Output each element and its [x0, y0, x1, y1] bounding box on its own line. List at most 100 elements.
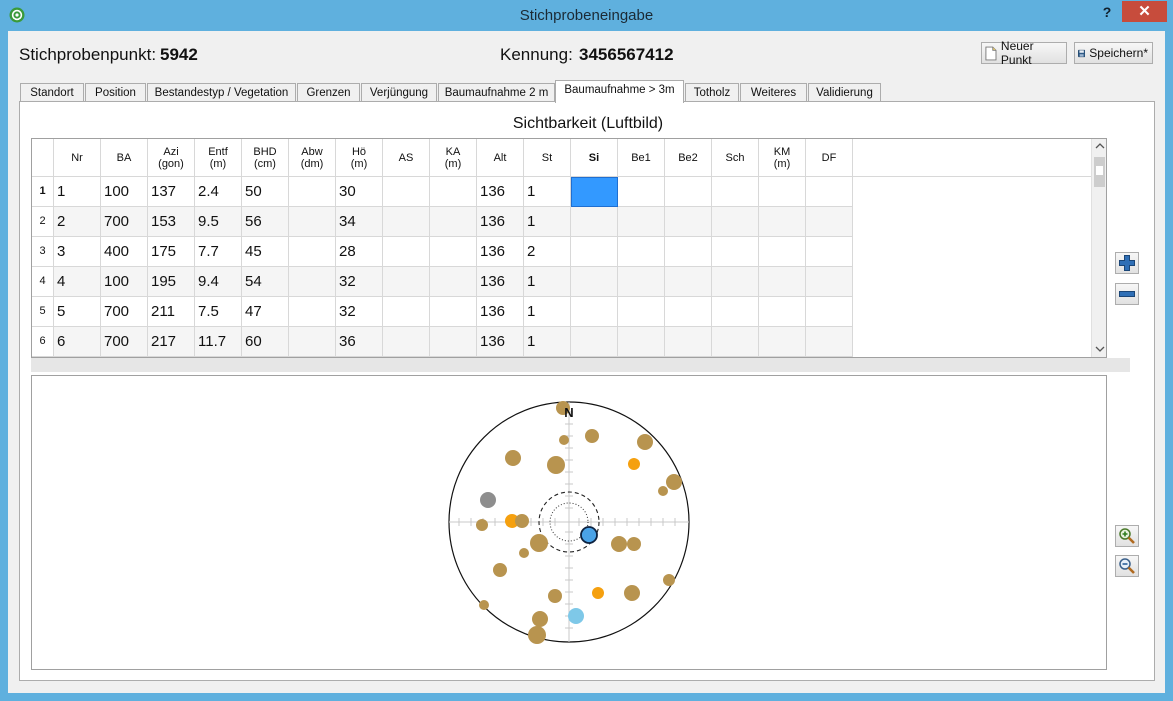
tree-table[interactable]: Nr BA Azi (gon) Entf (m) BHD (cm) Abw (dm) Hö (m) AS… [31, 138, 1107, 358]
table-cell[interactable] [430, 267, 477, 297]
table-cell[interactable]: 136 [477, 177, 524, 207]
column-header-be2[interactable]: Be2 [665, 139, 712, 177]
table-cell[interactable] [289, 297, 336, 327]
table-cell[interactable]: 9.5 [195, 207, 242, 237]
table-cell[interactable]: 30 [336, 177, 383, 207]
tab-standort[interactable]: Standort [20, 83, 84, 102]
save-button[interactable]: Speichern* [1074, 42, 1153, 64]
table-cell[interactable] [806, 297, 853, 327]
row-header[interactable]: 3 [32, 237, 54, 267]
table-cell[interactable] [571, 297, 618, 327]
tab-verjuengung[interactable]: Verjüngung [361, 83, 437, 102]
table-cell[interactable]: 54 [242, 267, 289, 297]
table-cell[interactable]: 137 [148, 177, 195, 207]
table-cell[interactable]: 6 [54, 327, 101, 357]
table-cell[interactable] [383, 207, 430, 237]
table-cell[interactable]: 9.4 [195, 267, 242, 297]
table-cell[interactable] [759, 327, 806, 357]
column-header-azi[interactable]: Azi (gon) [148, 139, 195, 177]
table-cell[interactable] [383, 237, 430, 267]
table-cell[interactable] [618, 297, 665, 327]
column-header-nr[interactable]: Nr [54, 139, 101, 177]
tab-totholz[interactable]: Totholz [685, 83, 739, 102]
table-cell[interactable]: 136 [477, 327, 524, 357]
table-cell[interactable] [759, 207, 806, 237]
table-cell[interactable] [759, 267, 806, 297]
row-header[interactable]: 5 [32, 297, 54, 327]
table-cell[interactable] [571, 267, 618, 297]
table-cell[interactable]: 7.7 [195, 237, 242, 267]
table-cell[interactable] [759, 177, 806, 207]
column-header-st[interactable]: St [524, 139, 571, 177]
table-cell[interactable] [430, 207, 477, 237]
column-header-hx[interactable]: Hö (m) [336, 139, 383, 177]
table-cell[interactable] [383, 177, 430, 207]
table-cell[interactable]: 1 [524, 297, 571, 327]
remove-row-button[interactable] [1115, 283, 1139, 305]
column-header-si[interactable]: Si [571, 139, 618, 177]
vertical-scrollbar[interactable] [1091, 139, 1106, 357]
column-header-sch[interactable]: Sch [712, 139, 759, 177]
tab-validierung[interactable]: Validierung [808, 83, 881, 102]
table-cell[interactable] [571, 207, 618, 237]
table-cell[interactable] [759, 237, 806, 267]
column-header-abw[interactable]: Abw (dm) [289, 139, 336, 177]
table-cell[interactable] [712, 207, 759, 237]
title-bar[interactable]: Stichprobeneingabe ? ✕ [0, 0, 1173, 31]
column-header-ba[interactable]: BA [101, 139, 148, 177]
table-cell[interactable]: 50 [242, 177, 289, 207]
table-cell[interactable]: 136 [477, 267, 524, 297]
table-cell[interactable]: 34 [336, 207, 383, 237]
new-point-button[interactable]: Neuer Punkt [981, 39, 1067, 67]
table-cell[interactable]: 700 [101, 207, 148, 237]
table-cell[interactable]: 175 [148, 237, 195, 267]
table-cell[interactable]: 47 [242, 297, 289, 327]
table-cell[interactable] [665, 207, 712, 237]
table-cell[interactable] [806, 267, 853, 297]
table-cell[interactable] [665, 267, 712, 297]
table-cell[interactable] [430, 327, 477, 357]
table-cell[interactable]: 136 [477, 237, 524, 267]
table-cell[interactable]: 1 [54, 177, 101, 207]
close-button[interactable]: ✕ [1122, 1, 1167, 22]
tree-position-plot[interactable]: N [31, 375, 1107, 670]
table-cell[interactable]: 400 [101, 237, 148, 267]
table-cell[interactable]: 32 [336, 297, 383, 327]
table-cell[interactable]: 136 [477, 297, 524, 327]
row-header[interactable]: 2 [32, 207, 54, 237]
table-cell[interactable] [289, 207, 336, 237]
table-cell[interactable] [806, 327, 853, 357]
row-header[interactable]: 1 [32, 177, 54, 207]
table-cell[interactable] [430, 297, 477, 327]
table-cell[interactable]: 2 [54, 207, 101, 237]
table-cell[interactable] [665, 297, 712, 327]
table-cell[interactable] [712, 267, 759, 297]
table-cell[interactable]: 1 [524, 327, 571, 357]
table-cell[interactable] [571, 237, 618, 267]
table-cell[interactable]: 4 [54, 267, 101, 297]
row-header[interactable]: 6 [32, 327, 54, 357]
table-cell[interactable] [430, 177, 477, 207]
table-cell[interactable]: 217 [148, 327, 195, 357]
zoom-out-button[interactable] [1115, 555, 1139, 577]
table-cell[interactable] [618, 267, 665, 297]
table-cell[interactable]: 36 [336, 327, 383, 357]
table-cell[interactable] [289, 177, 336, 207]
row-header[interactable]: 4 [32, 267, 54, 297]
table-cell[interactable] [712, 297, 759, 327]
table-cell[interactable] [571, 327, 618, 357]
table-cell[interactable]: 153 [148, 207, 195, 237]
table-cell[interactable]: 5 [54, 297, 101, 327]
column-header-entf[interactable]: Entf (m) [195, 139, 242, 177]
table-cell[interactable] [665, 237, 712, 267]
table-cell[interactable] [571, 177, 618, 207]
table-cell[interactable] [618, 207, 665, 237]
table-cell[interactable]: 2 [524, 237, 571, 267]
tab-baumaufnahme-2m[interactable]: Baumaufnahme 2 m [438, 83, 555, 102]
table-cell[interactable] [712, 327, 759, 357]
column-header-alt[interactable]: Alt [477, 139, 524, 177]
table-cell[interactable]: 45 [242, 237, 289, 267]
table-cell[interactable]: 3 [54, 237, 101, 267]
table-cell[interactable] [712, 177, 759, 207]
table-cell[interactable] [712, 237, 759, 267]
